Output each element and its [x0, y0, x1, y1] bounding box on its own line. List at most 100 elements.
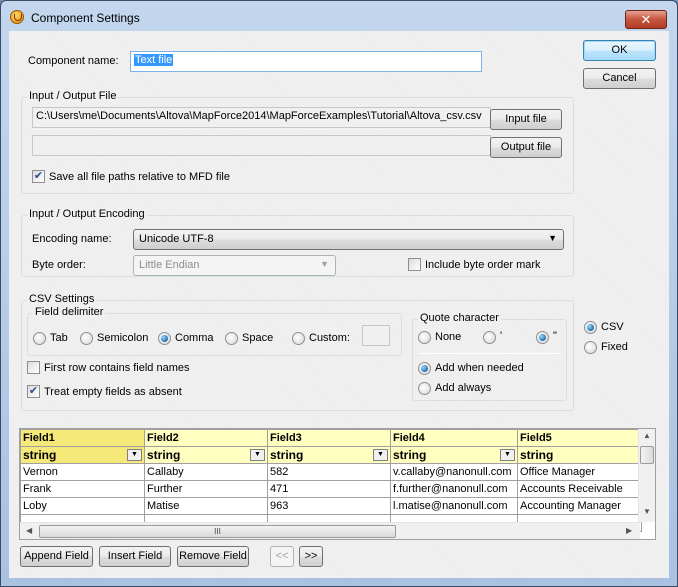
field-header-cell[interactable]: Field4 — [390, 429, 518, 447]
byte-order-mark-checkbox[interactable] — [408, 258, 421, 271]
first-row-field-names-label: First row contains field names — [44, 362, 190, 374]
encoding-name-value: Unicode UTF-8 — [139, 233, 214, 245]
table-cell[interactable]: f.further@nanonull.com — [390, 480, 518, 498]
field-header-cell[interactable]: Field1 — [20, 429, 145, 447]
component-name-value: Text file — [134, 54, 174, 66]
quote-none-label: None — [435, 331, 462, 343]
previous-field-button[interactable]: << — [270, 546, 294, 567]
field-type-cell[interactable]: string ▼ — [20, 446, 145, 464]
title-bar[interactable]: Component Settings ✕ — [1, 1, 677, 31]
treat-empty-absent-label: Treat empty fields as absent — [44, 386, 182, 398]
encoding-name-dropdown[interactable]: Unicode UTF-8 ▼ — [133, 229, 564, 250]
table-cell[interactable]: Loby — [20, 497, 145, 515]
horizontal-scrollbar[interactable]: ◀ III ▶ — [20, 522, 640, 539]
field-type-value: string — [393, 448, 427, 462]
io-encoding-group: Input / Output Encoding Encoding name: U… — [21, 208, 574, 277]
quote-double-label: " — [553, 330, 557, 342]
vertical-scroll-thumb[interactable] — [640, 446, 654, 464]
append-field-button[interactable]: Append Field — [20, 546, 93, 567]
relative-paths-label: Save all file paths relative to MFD file — [49, 171, 230, 183]
quote-add-always-label: Add always — [435, 382, 492, 394]
table-cell[interactable]: 582 — [267, 463, 391, 481]
delimiter-space-radio[interactable] — [225, 332, 238, 345]
field-header-cell[interactable]: Field3 — [267, 429, 391, 447]
scroll-down-icon[interactable]: ▼ — [643, 507, 651, 516]
field-type-cell[interactable]: string ▼ — [144, 446, 268, 464]
output-file-path-field[interactable] — [32, 135, 491, 156]
table-cell[interactable]: Accounts Receivable — [517, 480, 642, 498]
delimiter-tab-label: Tab — [50, 332, 68, 344]
scroll-up-icon[interactable]: ▲ — [643, 431, 651, 440]
scroll-right-icon[interactable]: ▶ — [626, 526, 632, 535]
output-file-button[interactable]: Output file — [490, 137, 562, 158]
relative-paths-checkbox[interactable]: ✔ — [32, 170, 45, 183]
quote-character-group-title: Quote character — [418, 312, 501, 324]
table-cell[interactable]: Callaby — [144, 463, 268, 481]
table-cell[interactable]: v.callaby@nanonull.com — [390, 463, 518, 481]
delimiter-tab-radio[interactable] — [33, 332, 46, 345]
vertical-scrollbar[interactable]: ▲ ▼ — [638, 429, 655, 522]
byte-order-label: Byte order: — [32, 259, 86, 271]
table-row: Loby Matise 963 l.matise@nanonull.com Ac… — [20, 497, 642, 515]
dropdown-arrow-icon[interactable]: ▼ — [250, 449, 265, 461]
horizontal-scroll-thumb[interactable]: III — [39, 525, 396, 538]
field-type-cell[interactable]: string ▼ — [390, 446, 518, 464]
insert-field-button[interactable]: Insert Field — [99, 546, 171, 567]
format-fixed-radio[interactable] — [584, 341, 597, 354]
input-file-button[interactable]: Input file — [490, 109, 562, 130]
encoding-name-label: Encoding name: — [32, 233, 112, 245]
next-field-button[interactable]: >> — [299, 546, 323, 567]
input-file-path-value: C:\Users\me\Documents\Altova\MapForce201… — [36, 110, 482, 122]
quote-single-radio[interactable] — [483, 331, 496, 344]
fields-grid: Field1 Field2 Field3 Field4 Field5 strin… — [19, 428, 656, 540]
quote-none-radio[interactable] — [418, 331, 431, 344]
scroll-left-icon[interactable]: ◀ — [26, 526, 32, 535]
close-button[interactable]: ✕ — [625, 10, 667, 29]
table-cell[interactable]: Further — [144, 480, 268, 498]
delimiter-custom-radio[interactable] — [292, 332, 305, 345]
ok-button[interactable]: OK — [583, 40, 656, 61]
quote-add-always-radio[interactable] — [418, 382, 431, 395]
delimiter-comma-radio[interactable] — [158, 332, 171, 345]
component-settings-window: Component Settings ✕ Component name: Tex… — [0, 0, 678, 587]
csv-settings-group: CSV Settings Field delimiter Tab Semicol… — [21, 293, 574, 411]
fields-table: Field1 Field2 Field3 Field4 Field5 strin… — [20, 429, 642, 532]
field-header-cell[interactable]: Field2 — [144, 429, 268, 447]
table-cell[interactable]: Matise — [144, 497, 268, 515]
dropdown-arrow-icon[interactable]: ▼ — [500, 449, 515, 461]
table-cell[interactable]: Office Manager — [517, 463, 642, 481]
field-type-value: string — [520, 448, 554, 462]
table-cell[interactable]: Vernon — [20, 463, 145, 481]
field-type-cell[interactable]: string — [517, 446, 642, 464]
format-csv-label: CSV — [601, 321, 624, 333]
table-cell[interactable]: Accounting Manager — [517, 497, 642, 515]
byte-order-dropdown[interactable]: Little Endian ▼ — [133, 255, 336, 276]
quote-add-when-needed-radio[interactable] — [418, 362, 431, 375]
format-fixed-label: Fixed — [601, 341, 628, 353]
field-header-row: Field1 Field2 Field3 Field4 Field5 — [20, 429, 642, 447]
treat-empty-absent-checkbox[interactable]: ✔ — [27, 385, 40, 398]
first-row-field-names-checkbox[interactable] — [27, 361, 40, 374]
table-cell[interactable]: l.matise@nanonull.com — [390, 497, 518, 515]
csv-settings-group-title: CSV Settings — [27, 293, 97, 305]
field-delimiter-group: Field delimiter Tab Semicolon Comma Spac… — [27, 306, 402, 356]
cancel-button[interactable]: Cancel — [583, 68, 656, 89]
field-type-cell[interactable]: string ▼ — [267, 446, 391, 464]
io-file-group: Input / Output File C:\Users\me\Document… — [21, 90, 574, 194]
custom-delimiter-input[interactable] — [362, 325, 390, 346]
delimiter-semicolon-radio[interactable] — [80, 332, 93, 345]
table-cell[interactable]: 471 — [267, 480, 391, 498]
component-name-input[interactable]: Text file — [130, 51, 482, 72]
dropdown-arrow-icon[interactable]: ▼ — [127, 449, 142, 461]
table-cell[interactable]: 963 — [267, 497, 391, 515]
remove-field-button[interactable]: Remove Field — [177, 546, 249, 567]
table-cell[interactable]: Frank — [20, 480, 145, 498]
delimiter-semicolon-label: Semicolon — [97, 332, 149, 344]
format-csv-radio[interactable] — [584, 321, 597, 334]
quote-double-radio[interactable] — [536, 331, 549, 344]
dropdown-arrow-icon[interactable]: ▼ — [373, 449, 388, 461]
mapforce-app-icon — [10, 10, 24, 24]
field-header-cell[interactable]: Field5 — [517, 429, 642, 447]
input-file-path-field[interactable]: C:\Users\me\Documents\Altova\MapForce201… — [32, 107, 491, 128]
table-row: Vernon Callaby 582 v.callaby@nanonull.co… — [20, 463, 642, 481]
